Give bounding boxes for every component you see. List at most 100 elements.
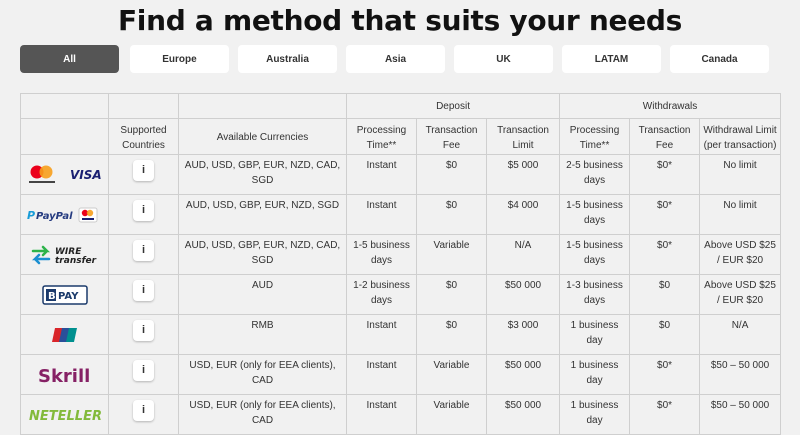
deposit-fee-cell: $0	[416, 154, 487, 195]
table-row: Skrill i USD, EUR (only for EEA clients)…	[20, 354, 782, 395]
col-available-currencies: Available Currencies	[178, 118, 347, 155]
deposit-time-cell: Instant	[346, 314, 417, 355]
tab-asia[interactable]: Asia	[346, 45, 445, 73]
col-deposit-transaction-fee: Transaction Fee	[416, 118, 487, 155]
svg-text:B: B	[48, 291, 56, 302]
method-logo-cell: NETELLER	[20, 394, 109, 435]
col-withdrawal-transaction-fee: Transaction Fee	[629, 118, 701, 155]
tab-uk[interactable]: UK	[454, 45, 553, 73]
col-supported-countries: Supported Countries	[108, 118, 179, 155]
tab-canada[interactable]: Canada	[670, 45, 769, 73]
tab-australia[interactable]: Australia	[238, 45, 337, 73]
tab-all[interactable]: All	[20, 45, 119, 73]
empty-header	[108, 93, 179, 119]
withdrawal-time-cell: 1-5 business days	[559, 194, 631, 235]
region-tabs: All Europe Australia Asia UK LATAM Canad…	[20, 45, 780, 73]
empty-header	[178, 93, 347, 119]
method-logo-cell: VISA	[20, 154, 109, 195]
group-header-row: Deposit Withdrawals	[20, 93, 782, 119]
deposit-time-cell: Instant	[346, 194, 417, 235]
svg-text:Skrill: Skrill	[38, 366, 90, 387]
withdrawal-fee-cell: $0*	[629, 354, 701, 395]
paypal-visa-logo: P PayPal	[27, 207, 97, 222]
table-row: WIRE transfer i AUD, USD, GBP, EUR, NZD,…	[20, 234, 782, 275]
col-withdrawal-processing-time: Processing Time**	[559, 118, 631, 155]
method-logo-cell: Skrill	[20, 354, 109, 395]
withdrawal-fee-cell: $0*	[629, 394, 701, 435]
supported-countries-cell: i	[108, 154, 179, 195]
deposit-limit-cell: $3 000	[485, 314, 561, 355]
withdrawal-fee-cell: $0*	[629, 194, 701, 235]
method-logo-cell	[20, 314, 109, 355]
info-button[interactable]: i	[133, 160, 154, 181]
info-button[interactable]: i	[133, 400, 154, 421]
info-button[interactable]: i	[133, 360, 154, 381]
currencies-cell: USD, EUR (only for EEA clients), CAD	[178, 394, 347, 435]
tab-europe[interactable]: Europe	[130, 45, 229, 73]
deposit-limit-cell: N/A	[485, 234, 561, 275]
info-button[interactable]: i	[133, 320, 154, 341]
withdrawal-time-cell: 1-3 business days	[559, 274, 631, 315]
deposit-limit-cell: $50 000	[485, 394, 561, 435]
table-row: P PayPal i AUD, USD, GBP, EUR, NZD, SGD …	[20, 194, 782, 235]
neteller-logo: NETELLER	[29, 409, 102, 424]
payment-methods-table: Deposit Withdrawals Supported Countries …	[20, 93, 782, 435]
deposit-time-cell: Instant	[346, 154, 417, 195]
deposit-fee-cell: Variable	[416, 354, 487, 395]
currencies-cell: USD, EUR (only for EEA clients), CAD	[178, 354, 347, 395]
withdrawal-fee-cell: $0*	[629, 154, 701, 195]
supported-countries-cell: i	[108, 394, 179, 435]
svg-text:PayPal: PayPal	[36, 211, 73, 222]
table-row: B PAY i AUD 1-2 business days $0 $50 000…	[20, 274, 782, 315]
currencies-cell: AUD, USD, GBP, EUR, NZD, CAD, SGD	[178, 234, 347, 275]
deposit-fee-cell: Variable	[416, 234, 487, 275]
bpay-logo: B PAY	[41, 284, 88, 305]
column-header-row: Supported Countries Available Currencies…	[20, 118, 782, 155]
mastercard-visa-logo: VISA	[28, 165, 102, 183]
deposit-fee-cell: Variable	[416, 394, 487, 435]
deposit-time-cell: 1-5 business days	[346, 234, 417, 275]
currencies-cell: AUD	[178, 274, 347, 315]
withdrawal-time-cell: 2-5 business days	[559, 154, 631, 195]
withdrawal-fee-cell: $0*	[629, 234, 701, 275]
svg-text:NETELLER: NETELLER	[29, 409, 102, 424]
withdrawal-limit-cell: $50 – 50 000	[699, 354, 782, 395]
col-deposit-transaction-limit: Transaction Limit	[485, 118, 561, 155]
withdrawal-fee-cell: $0	[629, 274, 701, 315]
deposit-fee-cell: $0	[416, 194, 487, 235]
supported-countries-cell: i	[108, 274, 179, 315]
method-logo-cell: P PayPal	[20, 194, 109, 235]
empty-header	[20, 93, 109, 119]
supported-countries-cell: i	[108, 194, 179, 235]
currencies-cell: AUD, USD, GBP, EUR, NZD, CAD, SGD	[178, 154, 347, 195]
svg-text:PAY: PAY	[58, 291, 79, 302]
table-row: NETELLER i USD, EUR (only for EEA client…	[20, 394, 782, 435]
supported-countries-cell: i	[108, 314, 179, 355]
info-button[interactable]: i	[133, 200, 154, 221]
withdrawals-group-header: Withdrawals	[559, 93, 782, 119]
currencies-cell: AUD, USD, GBP, EUR, NZD, SGD	[178, 194, 347, 235]
method-logo-cell: B PAY	[20, 274, 109, 315]
info-button[interactable]: i	[133, 240, 154, 261]
deposit-limit-cell: $50 000	[485, 354, 561, 395]
tab-latam[interactable]: LATAM	[562, 45, 661, 73]
svg-text:transfer: transfer	[55, 256, 97, 266]
withdrawal-limit-cell: No limit	[699, 154, 782, 195]
svg-text:VISA: VISA	[70, 168, 102, 182]
col-deposit-processing-time: Processing Time**	[346, 118, 417, 155]
col-withdrawal-limit: Withdrawal Limit (per transaction)	[699, 118, 782, 155]
skrill-logo: Skrill	[38, 366, 90, 387]
withdrawal-fee-cell: $0	[629, 314, 701, 355]
info-button[interactable]: i	[133, 280, 154, 301]
withdrawal-limit-cell: N/A	[699, 314, 782, 355]
withdrawal-limit-cell: Above USD $25 / EUR $20	[699, 274, 782, 315]
withdrawal-limit-cell: Above USD $25 / EUR $20	[699, 234, 782, 275]
deposit-limit-cell: $5 000	[485, 154, 561, 195]
withdrawal-time-cell: 1 business day	[559, 314, 631, 355]
supported-countries-cell: i	[108, 354, 179, 395]
table-row: i RMB Instant $0 $3 000 1 business day $…	[20, 314, 782, 355]
svg-text:P: P	[27, 209, 35, 222]
withdrawal-time-cell: 1 business day	[559, 354, 631, 395]
deposit-limit-cell: $4 000	[485, 194, 561, 235]
method-logo-cell: WIRE transfer	[20, 234, 109, 275]
